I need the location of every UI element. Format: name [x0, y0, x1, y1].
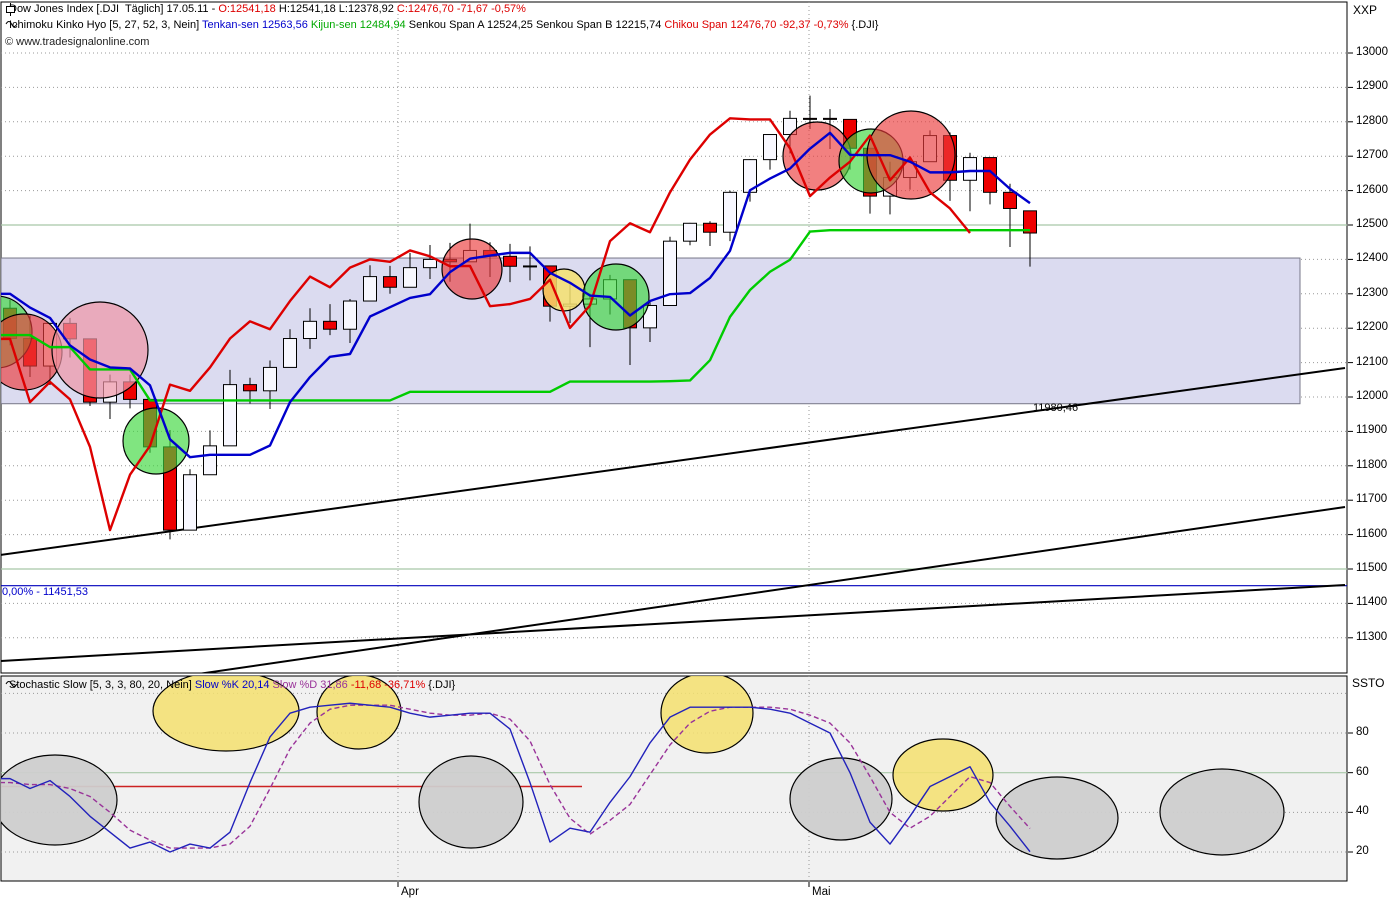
candle-body	[764, 135, 777, 160]
candle-body	[1004, 192, 1017, 208]
highlight-circle-yellow	[543, 269, 585, 311]
symbol-tag: {.DJI}	[849, 19, 879, 31]
x-axis-label: Mai	[812, 886, 831, 898]
x-axis-label: Apr	[401, 886, 419, 898]
candle-body	[224, 385, 237, 446]
slow-d-value: Slow %D 31,86	[270, 679, 348, 691]
candle-body	[284, 339, 297, 368]
candle-body	[184, 475, 197, 530]
copyright-line: © www.tradesignalonline.com	[5, 36, 149, 49]
y-axis-label: 13000	[1356, 46, 1388, 58]
fib-level-label: 0,00% - 11451,53	[2, 586, 88, 598]
highlight-ellipse-gray	[790, 758, 892, 840]
y-axis-label: 12300	[1356, 287, 1388, 299]
candle-body	[804, 118, 817, 119]
stoch-scale-tag: SSTO	[1352, 676, 1384, 690]
copyright-text: © www.tradesignalonline.com	[5, 36, 149, 48]
open-value: O:12541,18	[218, 3, 276, 15]
candle-body	[824, 118, 837, 119]
slow-k-value: Slow %K 20,14	[195, 679, 270, 691]
stochastic-legend: Stochastic Slow [5, 3, 3, 80, 20, Nein] …	[5, 679, 455, 692]
y-axis-label: 11900	[1356, 424, 1387, 436]
candle-body	[304, 321, 317, 338]
y-axis-label: 12600	[1356, 184, 1388, 196]
candle-body	[704, 223, 717, 232]
candle-body	[264, 367, 277, 390]
series-title: Dow Jones Index [.DJI Täglich] 17.05.11 …	[9, 3, 218, 15]
price-series-legend: Dow Jones Index [.DJI Täglich] 17.05.11 …	[5, 3, 526, 16]
senkou-values: Senkou Span A 12524,25 Senkou Span B 122…	[406, 19, 662, 31]
y-axis-label: 11800	[1356, 459, 1387, 471]
candle-body	[504, 256, 517, 266]
ichimoku-legend: Ichimoku Kinko Hyo [5, 27, 52, 3, Nein] …	[5, 19, 878, 32]
kijun-value: Kijun-sen 12484,94	[308, 19, 406, 31]
y-axis-label: 12800	[1356, 115, 1388, 127]
tenkan-value: Tenkan-sen 12563,56	[202, 19, 308, 31]
y-axis-label: 12700	[1356, 149, 1388, 161]
y-axis-label: 12500	[1356, 218, 1388, 230]
stoch-axis-label: 80	[1356, 726, 1369, 738]
candle-body	[244, 385, 257, 391]
candle-body	[204, 446, 217, 475]
high-low-values: H:12541,18 L:12378,92	[276, 3, 397, 15]
stoch-axis-label: 60	[1356, 766, 1369, 778]
highlight-ellipse-gray	[0, 755, 117, 845]
chikou-value: Chikou Span 12476,70 -92,37 -0,73%	[661, 19, 848, 31]
chart-canvas[interactable]	[0, 0, 1400, 900]
stoch-axis-label: 40	[1356, 805, 1369, 817]
y-axis-label: 12900	[1356, 80, 1388, 92]
close-change-values: C:12476,70 -71,67 -0,57%	[397, 3, 526, 15]
y-axis-label: 11300	[1356, 631, 1387, 643]
main-scale-tag: XXP	[1353, 3, 1377, 17]
zone-price-label: 11980,46	[1033, 402, 1078, 414]
symbol-tag: {.DJI}	[425, 679, 455, 691]
highlight-ellipse-yellow	[893, 739, 993, 811]
y-axis-label: 12000	[1356, 390, 1388, 402]
stoch-change-values: -11,68 -36,71%	[348, 679, 425, 691]
highlight-ellipse-gray	[419, 756, 523, 848]
highlight-circle-pink	[52, 302, 148, 398]
candle-body	[404, 268, 417, 288]
y-axis-label: 12400	[1356, 252, 1388, 264]
stoch-axis-label: 20	[1356, 845, 1369, 857]
y-axis-label: 11500	[1356, 562, 1387, 574]
y-axis-label: 11600	[1356, 528, 1387, 540]
highlight-circle-green	[123, 408, 189, 474]
y-axis-label: 11400	[1356, 596, 1387, 608]
candle-body	[684, 223, 697, 241]
chart-window: Dow Jones Index [.DJI Täglich] 17.05.11 …	[0, 0, 1400, 900]
highlight-ellipse-gray	[1160, 769, 1284, 855]
candle-body	[344, 301, 357, 329]
candle-body	[384, 277, 397, 288]
candle-body	[524, 266, 537, 267]
candle-body	[424, 259, 437, 267]
y-axis-label: 12100	[1356, 356, 1388, 368]
stochastic-title: Stochastic Slow [5, 3, 3, 80, 20, Nein]	[9, 679, 195, 691]
y-axis-label: 12200	[1356, 321, 1388, 333]
ichimoku-title: Ichimoku Kinko Hyo [5, 27, 52, 3, Nein]	[9, 19, 202, 31]
candle-body	[724, 192, 737, 232]
y-axis-label: 11700	[1356, 493, 1387, 505]
candle-body	[964, 158, 977, 181]
candle-body	[324, 321, 337, 329]
candle-body	[364, 277, 377, 301]
highlight-ellipse-gray	[996, 777, 1118, 859]
